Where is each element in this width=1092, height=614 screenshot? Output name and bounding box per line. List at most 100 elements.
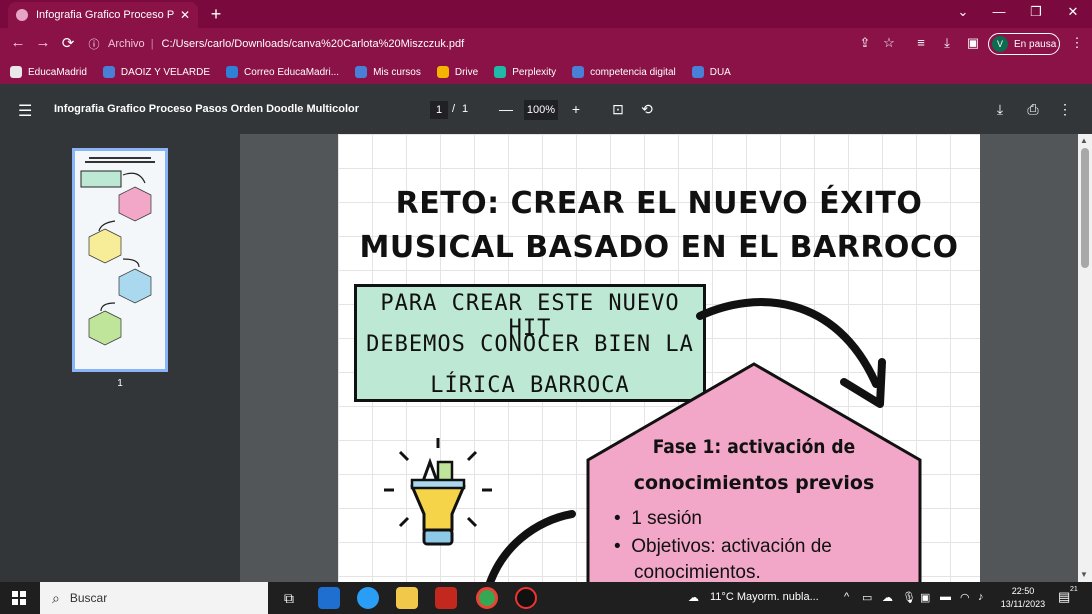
thumbnail-page-number: 1 <box>117 378 123 389</box>
phase1-bullet-2: • Objetivos: activación de <box>614 536 832 557</box>
sidebar-menu-icon[interactable]: ☰ <box>18 101 32 121</box>
edge-app-icon[interactable] <box>357 587 379 609</box>
browser-toolbar: ← → ⟳ ⓘ Archivo | C:/Users/carlo/Downloa… <box>0 28 1092 60</box>
tray-battery-icon[interactable]: ▬ <box>940 591 951 603</box>
phase1-bullet-1: • 1 sesión <box>614 508 702 529</box>
thumbnail-preview <box>75 151 165 369</box>
clock-date: 13/11/2023 <box>1000 599 1046 609</box>
page-total: 1 <box>462 103 469 115</box>
file-explorer-icon[interactable] <box>396 587 418 609</box>
mail-app-icon[interactable] <box>318 587 340 609</box>
back-button[interactable]: ← <box>8 34 28 51</box>
wifi-icon[interactable]: ◠ <box>960 591 970 604</box>
tray-app-icon[interactable]: ▭ <box>862 591 872 604</box>
clock[interactable]: 22:50 13/11/2023 <box>1000 585 1046 611</box>
scroll-up-arrow-icon[interactable]: ▲ <box>1080 136 1088 145</box>
search-placeholder: Buscar <box>69 591 108 605</box>
info-icon[interactable]: ⓘ <box>86 36 102 52</box>
microphone-icon[interactable]: 🎙 <box>902 591 916 604</box>
bookmark-icon <box>691 66 704 78</box>
bookmark-icon <box>572 66 585 78</box>
restore-button[interactable]: ❐ <box>1026 4 1046 20</box>
phase1-bullet-2-cont: conocimientos. <box>634 562 761 582</box>
zoom-in-button[interactable]: + <box>567 101 585 117</box>
recorder-app-icon[interactable] <box>515 587 537 609</box>
close-tab-icon[interactable]: ✕ <box>180 8 190 22</box>
browser-menu-icon[interactable]: ⋮ <box>1068 35 1086 51</box>
pdf-toolbar: ☰ Infografia Grafico Proceso Pasos Orden… <box>0 86 1092 134</box>
reading-list-icon[interactable]: ≡ <box>912 35 930 50</box>
bookmark-drive[interactable]: Drive <box>436 66 478 78</box>
notification-count: 21 <box>1070 586 1078 593</box>
page-separator: / <box>452 103 456 115</box>
profile-avatar: V <box>992 36 1008 52</box>
rotate-icon[interactable]: ⟲ <box>638 101 656 118</box>
weather-text[interactable]: 11°C Mayorm. nubla... <box>710 591 819 603</box>
page-title-line-2: MUSICAL BASADO EN EL BARROCO <box>359 230 959 265</box>
bookmark-mis-cursos[interactable]: Mis cursos <box>355 66 421 78</box>
bookmark-competencia[interactable]: competencia digital <box>572 66 676 78</box>
clock-time: 22:50 <box>1011 586 1035 596</box>
download-icon[interactable]: ⤓ <box>938 35 956 51</box>
share-icon[interactable]: ⇪ <box>856 35 874 51</box>
page-thumbnail[interactable] <box>72 148 168 372</box>
tab-active[interactable]: Infografia Grafico Proceso Pasos ✕ <box>8 2 198 28</box>
tab-title: Infografia Grafico Proceso Pasos <box>36 9 174 21</box>
page-title-line-1: RETO: CREAR EL NUEVO ÉXITO <box>395 186 923 221</box>
bookmark-perplexity[interactable]: Perplexity <box>494 66 556 78</box>
notifications-icon[interactable]: ▤ <box>1058 589 1070 605</box>
windows-taskbar: ⌕ Buscar ⧉ ☁ 11°C Mayorm. nubla... ^ ▭ ☁… <box>0 582 1092 614</box>
tab-search-icon[interactable]: ⌄ <box>953 4 973 20</box>
onedrive-icon[interactable]: ☁ <box>882 591 893 604</box>
more-options-icon[interactable]: ⋮ <box>1056 101 1074 118</box>
phase1-title-line-1: Fase 1: activación de <box>652 436 856 458</box>
zoom-input[interactable]: 100% <box>524 100 558 120</box>
task-view-icon[interactable]: ⧉ <box>278 587 300 609</box>
windows-start-icon[interactable] <box>12 591 26 605</box>
page-number-input[interactable]: 1 <box>430 101 448 119</box>
weather-icon[interactable]: ☁ <box>688 591 699 604</box>
curved-arrow-2-icon <box>486 510 576 582</box>
thumbnail-sidebar: 1 <box>0 134 240 582</box>
profile-status: En pausa <box>1014 38 1057 50</box>
document-title: Infografia Grafico Proceso Pasos Orden D… <box>54 103 359 115</box>
volume-icon[interactable]: ♪ <box>978 591 984 603</box>
address-bar[interactable]: ⓘ Archivo | C:/Users/carlo/Downloads/can… <box>86 31 906 57</box>
bookmark-educamadrid[interactable]: EducaMadrid <box>10 66 87 78</box>
minimize-button[interactable]: — <box>989 4 1009 19</box>
drive-icon <box>436 66 449 78</box>
download-pdf-icon[interactable]: ⤓ <box>991 101 1009 118</box>
zoom-out-button[interactable]: — <box>497 101 515 117</box>
bookmarks-bar: EducaMadrid DAOIZ Y VELARDE Correo Educa… <box>0 60 1092 84</box>
intro-line-2: DEBEMOS CONOCER BIEN LA <box>366 332 694 357</box>
taskbar-search[interactable]: ⌕ Buscar <box>40 582 268 614</box>
profile-button[interactable]: V En pausa <box>988 33 1060 55</box>
pdf-favicon-icon <box>16 9 28 21</box>
address-separator: | <box>150 38 154 50</box>
scroll-down-arrow-icon[interactable]: ▼ <box>1080 570 1088 579</box>
document-viewport[interactable]: RETO: CREAR EL NUEVO ÉXITO MUSICAL BASAD… <box>240 134 1078 582</box>
scrollbar-thumb[interactable] <box>1081 148 1089 268</box>
reload-button[interactable]: ⟳ <box>58 34 78 52</box>
chrome-app-icon[interactable] <box>476 587 498 609</box>
close-window-button[interactable]: ✕ <box>1063 4 1083 20</box>
new-tab-button[interactable]: + <box>206 4 226 25</box>
tab-strip: Infografia Grafico Proceso Pasos ✕ + ⌄ —… <box>0 0 1092 28</box>
side-panel-icon[interactable]: ▣ <box>964 35 982 51</box>
print-icon[interactable]: ⎙ <box>1024 101 1042 118</box>
acrobat-app-icon[interactable] <box>435 587 457 609</box>
bookmark-icon <box>355 66 368 78</box>
tray-chevron-icon[interactable]: ^ <box>844 591 849 603</box>
phase1-title-line-2: conocimientos previos <box>633 472 875 494</box>
vertical-scrollbar[interactable]: ▲ ▼ <box>1078 134 1092 582</box>
tray-display-icon[interactable]: ▣ <box>920 591 930 604</box>
bookmark-daoiz[interactable]: DAOIZ Y VELARDE <box>102 66 210 78</box>
fit-page-icon[interactable]: ⊡ <box>609 101 627 118</box>
address-url[interactable]: C:/Users/carlo/Downloads/canva%20Carlota… <box>162 38 465 50</box>
address-scheme: Archivo <box>108 38 145 50</box>
bookmark-correo[interactable]: Correo EducaMadri... <box>226 66 339 78</box>
bookmark-icon <box>102 66 115 78</box>
bookmark-dua[interactable]: DUA <box>691 66 731 78</box>
bookmark-star-icon[interactable]: ☆ <box>880 35 898 51</box>
forward-button[interactable]: → <box>33 34 53 51</box>
